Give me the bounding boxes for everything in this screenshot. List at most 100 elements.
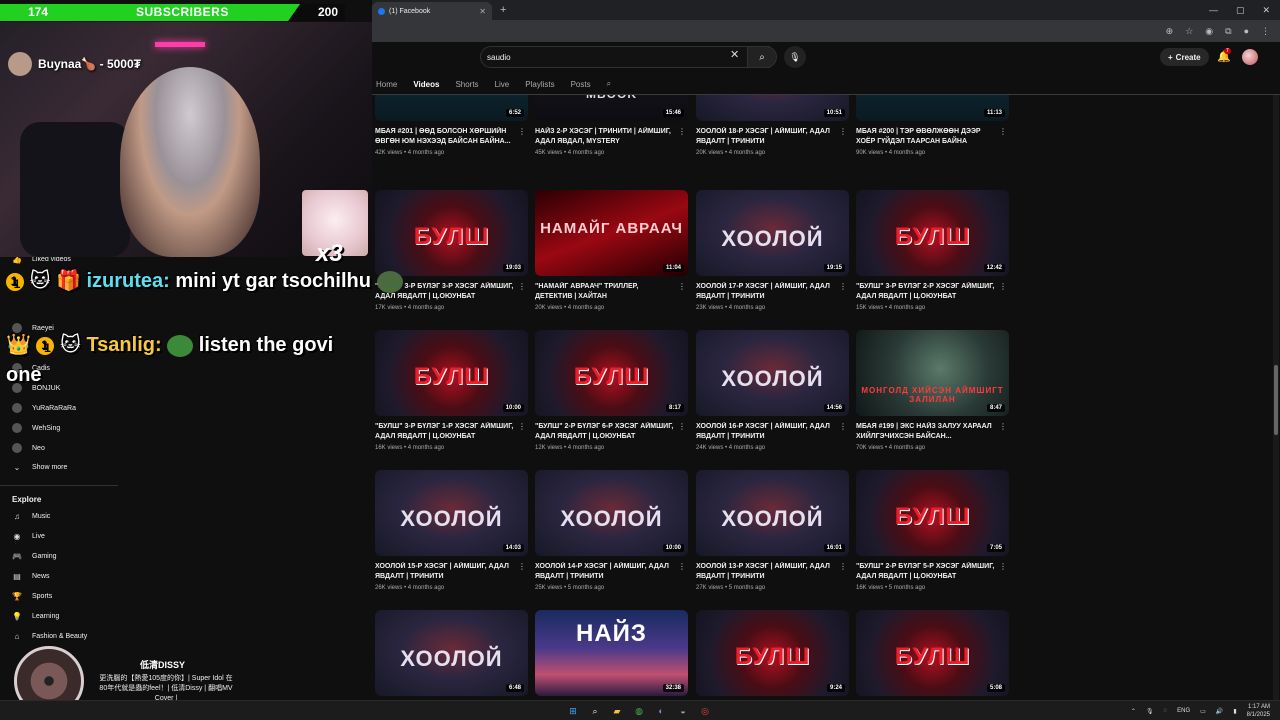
- video-card[interactable]: ХООЛОЙ 16:01 ⋮ ХООЛОЙ 13-Р ХЭСЭГ | АЙМШИГ, …: [696, 470, 849, 591]
- video-thumbnail[interactable]: БУЛШ 19:03: [375, 190, 528, 276]
- tray-network-icon[interactable]: ◌: [1164, 708, 1168, 714]
- sidebar-explore-item[interactable]: 🏆 Sports: [12, 592, 52, 601]
- video-menu-icon[interactable]: ⋮: [999, 422, 1007, 431]
- sidebar-explore-item[interactable]: 🎮 Gaming: [12, 552, 57, 561]
- sidebar-show-more[interactable]: ⌄ Show more: [12, 463, 68, 472]
- video-card[interactable]: ХООЛОЙ6:48⋮: [375, 610, 528, 700]
- video-card[interactable]: МОНГОЛД ХИЙСЭН АЙМШИГТ ЗАЛИЛАН 8:47 ⋮ МБАЯ …: [856, 330, 1009, 451]
- sidebar-subscription[interactable]: Neo: [12, 443, 45, 453]
- sidebar-explore-item[interactable]: ◉ Live: [12, 532, 45, 541]
- video-thumbnail[interactable]: ХООЛОЙ 6:48: [375, 610, 528, 696]
- file-explorer-icon[interactable]: ▰: [610, 704, 624, 718]
- discord-icon[interactable]: ◐: [654, 704, 668, 718]
- bookmark-star-icon[interactable]: ☆: [1185, 26, 1193, 37]
- tray-volume-icon[interactable]: 🔊: [1216, 708, 1223, 715]
- video-card[interactable]: ХООЛОЙ 10:00 ⋮ ХООЛОЙ 14-Р ХЭСЭГ | АЙМШИГ, …: [535, 470, 688, 591]
- video-menu-icon[interactable]: ⋮: [518, 562, 526, 571]
- video-title[interactable]: "БУЛШ" 2-Р БҮЛЭГ 5-Р ХЭСЭГ АЙМШИГ, АДАЛ …: [856, 562, 1009, 582]
- account-avatar[interactable]: [1242, 49, 1258, 65]
- create-button[interactable]: + Create: [1160, 48, 1209, 66]
- video-title[interactable]: "БУЛШ" 3-Р БҮЛЭГ 1-Р ХЭСЭГ АЙМШИГ, АДАЛ …: [375, 422, 528, 442]
- browser-tab[interactable]: (1) Facebook ✕: [372, 2, 492, 20]
- video-menu-icon[interactable]: ⋮: [839, 282, 847, 291]
- video-thumbnail[interactable]: ХООЛОЙ 14:03: [375, 470, 528, 556]
- video-card[interactable]: БУЛШ5:08⋮: [856, 610, 1009, 700]
- video-thumbnail[interactable]: БУЛШ 12:42: [856, 190, 1009, 276]
- video-card[interactable]: НАМАЙГ АВРААЧ 11:04 ⋮ "НАМАЙГ АВРААЧ" ТРИЛЛ…: [535, 190, 688, 311]
- video-menu-icon[interactable]: ⋮: [839, 562, 847, 571]
- search-button[interactable]: ⌕: [747, 46, 777, 68]
- tab-videos[interactable]: Videos: [413, 80, 439, 89]
- video-card[interactable]: ХООЛОЙ 19:15 ⋮ ХООЛОЙ 17-Р ХЭСЭГ | АЙМШИГ, …: [696, 190, 849, 311]
- close-window-icon[interactable]: ✕: [1262, 5, 1270, 16]
- video-menu-icon[interactable]: ⋮: [839, 127, 847, 136]
- video-card[interactable]: 11:13 ⋮ МБАЯ #200 | ТЭР ӨВӨЛЖӨӨН ДЭЭР ХОЁР…: [856, 95, 1009, 156]
- channel-search-icon[interactable]: ⌕: [607, 79, 611, 89]
- video-thumbnail[interactable]: БУЛШ 5:08: [856, 610, 1009, 696]
- video-menu-icon[interactable]: ⋮: [678, 282, 686, 291]
- video-thumbnail[interactable]: БУЛШ 9:24: [696, 610, 849, 696]
- video-menu-icon[interactable]: ⋮: [678, 422, 686, 431]
- video-menu-icon[interactable]: ⋮: [678, 127, 686, 136]
- video-title[interactable]: ХООЛОЙ 16-Р ХЭСЭГ | АЙМШИГ, АДАЛ ЯВДАЛТ …: [696, 422, 849, 442]
- video-menu-icon[interactable]: ⋮: [518, 282, 526, 291]
- taskbar-search-icon[interactable]: ⌕: [588, 704, 602, 718]
- video-title[interactable]: ХООЛОЙ 17-Р ХЭСЭГ | АЙМШИГ, АДАЛ ЯВДАЛТ …: [696, 282, 849, 302]
- video-title[interactable]: ХООЛОЙ 14-Р ХЭСЭГ | АЙМШИГ, АДАЛ ЯВДАЛТ …: [535, 562, 688, 582]
- video-menu-icon[interactable]: ⋮: [999, 282, 1007, 291]
- puzzle-icon[interactable]: ⧉: [1225, 26, 1231, 37]
- video-title[interactable]: "БУЛШ" 3-Р БҮЛЭГ 2-Р ХЭСЭГ АЙМШИГ, АДАЛ …: [856, 282, 1009, 302]
- video-title[interactable]: МБАЯ #201 | ӨӨД БОЛСОН ХӨРШИЙН ӨВГӨН ЮМ …: [375, 127, 528, 147]
- windows-start-icon[interactable]: ⊞: [566, 704, 580, 718]
- video-card[interactable]: БУЛШ 12:42 ⋮ "БУЛШ" 3-Р БҮЛЭГ 2-Р ХЭСЭГ АЙМ…: [856, 190, 1009, 311]
- menu-kebab-icon[interactable]: ⋮: [1261, 26, 1270, 37]
- video-menu-icon[interactable]: ⋮: [999, 562, 1007, 571]
- video-title[interactable]: МБАЯ #199 | ЭКС НАЙЗ ЗАЛУУ ХАРААЛ ХИЙЛГЭ…: [856, 422, 1009, 442]
- video-card[interactable]: БУЛШ 8:17 ⋮ "БУЛШ" 2-Р БҮЛЭГ 6-Р ХЭСЭГ АЙМШ…: [535, 330, 688, 451]
- video-title[interactable]: "БУЛШ" 2-Р БҮЛЭГ 6-Р ХЭСЭГ АЙМШИГ, АДАЛ …: [535, 422, 688, 442]
- video-thumbnail[interactable]: НАМАЙГ АВРААЧ 11:04: [535, 190, 688, 276]
- video-menu-icon[interactable]: ⋮: [518, 127, 526, 136]
- clear-search-icon[interactable]: ✕: [730, 48, 739, 61]
- page-scrollbar-thumb[interactable]: [1274, 365, 1278, 435]
- sidebar-subscription[interactable]: WehSing: [12, 423, 60, 433]
- sidebar-subscription[interactable]: YuRaRaRaRa: [12, 403, 76, 413]
- video-thumbnail[interactable]: БУЛШ 7:05: [856, 470, 1009, 556]
- tab-playlists[interactable]: Playlists: [525, 80, 554, 89]
- video-thumbnail[interactable]: БУЛШ 8:17: [535, 330, 688, 416]
- video-thumbnail[interactable]: 6:52: [375, 95, 528, 121]
- video-thumbnail[interactable]: 11:13: [856, 95, 1009, 121]
- video-card[interactable]: БУЛШ 7:05 ⋮ "БУЛШ" 2-Р БҮЛЭГ 5-Р ХЭСЭГ АЙМШ…: [856, 470, 1009, 591]
- chrome-icon[interactable]: ◍: [632, 704, 646, 718]
- maximize-icon[interactable]: ▢: [1236, 5, 1245, 16]
- sidebar-explore-item[interactable]: 💡 Learning: [12, 612, 59, 621]
- video-card[interactable]: НАЙЗ32:38⋮: [535, 610, 688, 700]
- steam-icon[interactable]: ◒: [676, 704, 690, 718]
- zoom-icon[interactable]: ⊕: [1166, 26, 1174, 37]
- video-thumbnail[interactable]: ХООЛОЙ 10:00: [535, 470, 688, 556]
- sidebar-explore-item[interactable]: ⌂ Fashion & Beauty: [12, 632, 88, 641]
- video-title[interactable]: "НАМАЙГ АВРААЧ" ТРИЛЛЕР, ДЕТЕКТИВ | ХАЙТ…: [535, 282, 688, 302]
- video-card[interactable]: БУЛШ9:24⋮: [696, 610, 849, 700]
- search-input[interactable]: saudio: [480, 46, 770, 68]
- video-menu-icon[interactable]: ⋮: [678, 562, 686, 571]
- close-tab-icon[interactable]: ✕: [479, 7, 486, 16]
- video-menu-icon[interactable]: ⋮: [839, 422, 847, 431]
- video-card[interactable]: ХООЛОЙ 14:56 ⋮ ХООЛОЙ 16-Р ХЭСЭГ | АЙМШИГ, …: [696, 330, 849, 451]
- video-thumbnail[interactable]: MBOOK 15:46: [535, 95, 688, 121]
- extension-icon[interactable]: ◉: [1205, 26, 1213, 37]
- video-menu-icon[interactable]: ⋮: [518, 422, 526, 431]
- video-title[interactable]: МБАЯ #200 | ТЭР ӨВӨЛЖӨӨН ДЭЭР ХОЁР ГҮЙДЭ…: [856, 127, 1009, 147]
- video-card[interactable]: 6:52 ⋮ МБАЯ #201 | ӨӨД БОЛСОН ХӨРШИЙН ӨВГӨ…: [375, 95, 528, 156]
- obs-icon[interactable]: ◎: [698, 704, 712, 718]
- sidebar-explore-item[interactable]: ♫ Music: [12, 512, 50, 521]
- video-card[interactable]: БУЛШ 10:00 ⋮ "БУЛШ" 3-Р БҮЛЭГ 1-Р ХЭСЭГ АЙМ…: [375, 330, 528, 451]
- video-card[interactable]: ХООЛОЙ 10:51 ⋮ХООЛОЙ 18-Р ХЭСЭГ | АЙМШИГ, …: [696, 95, 849, 156]
- video-card[interactable]: ХООЛОЙ 14:03 ⋮ ХООЛОЙ 15-Р ХЭСЭГ | АЙМШИГ, …: [375, 470, 528, 591]
- tab-home[interactable]: Home: [376, 80, 397, 89]
- video-title[interactable]: ХООЛОЙ 18-Р ХЭСЭГ | АЙМШИГ, АДАЛ ЯВДАЛТ …: [696, 127, 849, 147]
- video-title[interactable]: ХООЛОЙ 13-Р ХЭСЭГ | АЙМШИГ, АДАЛ ЯВДАЛТ …: [696, 562, 849, 582]
- system-clock[interactable]: 1:17 AM 8/1/2025: [1247, 703, 1270, 719]
- language-indicator[interactable]: ENG: [1177, 708, 1190, 714]
- video-thumbnail[interactable]: ХООЛОЙ 19:15: [696, 190, 849, 276]
